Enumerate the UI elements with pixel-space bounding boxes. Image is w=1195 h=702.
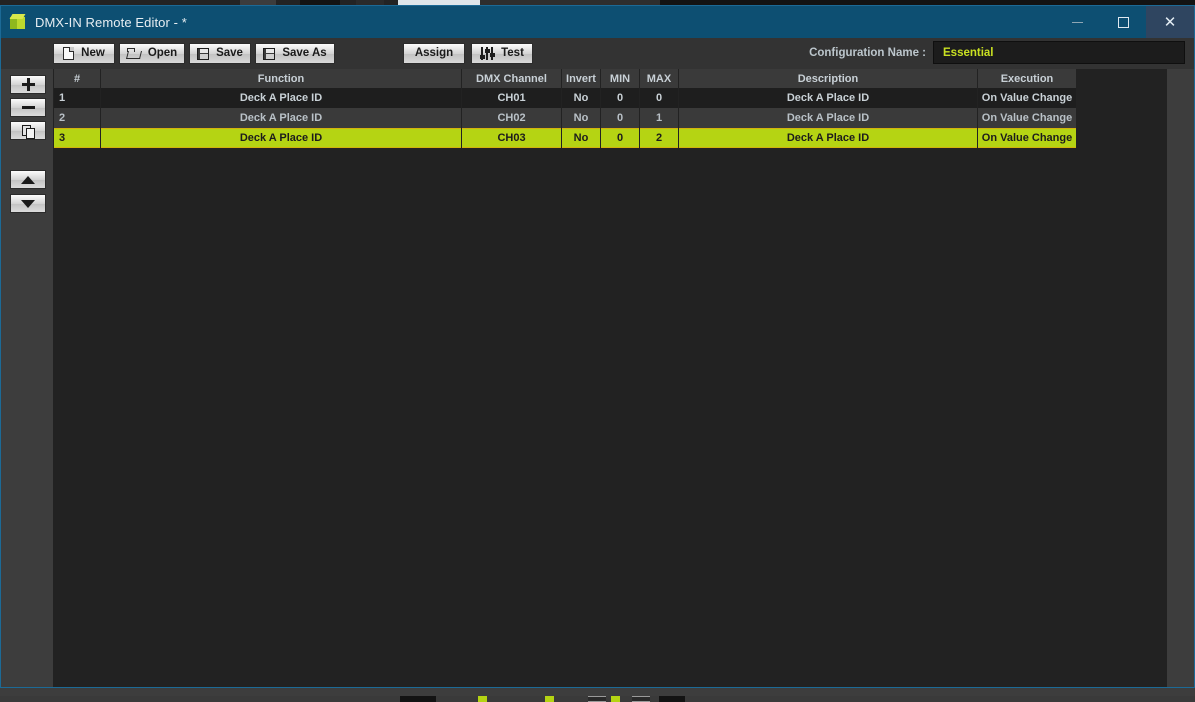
cell-index[interactable]: 3 (54, 128, 100, 148)
mapping-table-pane: # Function DMX Channel Invert MIN MAX De… (53, 69, 1181, 688)
mapping-table: # Function DMX Channel Invert MIN MAX De… (53, 69, 1077, 148)
cell-function[interactable]: Deck A Place ID (101, 128, 461, 148)
cell-index[interactable]: 2 (54, 108, 100, 128)
table-row[interactable]: 2Deck A Place IDCH02No01Deck A Place IDO… (54, 108, 1076, 128)
cell-max[interactable]: 2 (640, 128, 678, 148)
table-row[interactable]: 1Deck A Place IDCH01No00Deck A Place IDO… (54, 88, 1076, 108)
dmx-in-remote-editor-window: DMX-IN Remote Editor - * ✕ New Open Save (0, 5, 1195, 688)
add-row-button[interactable] (10, 75, 46, 94)
cell-description[interactable]: Deck A Place ID (679, 128, 977, 148)
column-header-function[interactable]: Function (101, 69, 461, 88)
copy-icon (22, 125, 34, 137)
cell-dmx-channel[interactable]: CH01 (462, 88, 561, 108)
cell-index[interactable]: 1 (54, 88, 100, 108)
cell-description[interactable]: Deck A Place ID (679, 108, 977, 128)
cell-description[interactable]: Deck A Place ID (679, 88, 977, 108)
window-controls: ✕ (1054, 6, 1194, 38)
open-button[interactable]: Open (119, 43, 185, 64)
plus-icon (22, 78, 35, 91)
column-header-min[interactable]: MIN (601, 69, 639, 88)
configuration-name-input[interactable]: Essential (933, 41, 1185, 64)
toolbar: New Open Save Save As Assign (1, 38, 1194, 69)
new-button-label: New (81, 47, 105, 59)
move-row-down-button[interactable] (10, 194, 46, 213)
minus-icon (22, 106, 35, 109)
cell-min[interactable]: 0 (601, 88, 639, 108)
save-as-button[interactable]: Save As (255, 43, 335, 64)
configuration-name-group: Configuration Name : Essential (809, 41, 1185, 64)
column-header-index[interactable]: # (54, 69, 100, 88)
table-header-row: # Function DMX Channel Invert MIN MAX De… (54, 69, 1076, 88)
floppy-disk-icon (197, 48, 209, 60)
duplicate-row-button[interactable] (10, 121, 46, 140)
cell-max[interactable]: 1 (640, 108, 678, 128)
cell-execution[interactable]: On Value Change (978, 128, 1076, 148)
column-header-max[interactable]: MAX (640, 69, 678, 88)
table-row[interactable]: 3Deck A Place IDCH03No02Deck A Place IDO… (54, 128, 1076, 148)
cell-dmx-channel[interactable]: CH03 (462, 128, 561, 148)
cell-invert[interactable]: No (562, 108, 600, 128)
maximize-icon[interactable] (1100, 6, 1146, 38)
document-icon (63, 47, 74, 60)
folder-open-icon (127, 48, 141, 59)
minimize-icon[interactable] (1054, 6, 1100, 38)
cell-min[interactable]: 0 (601, 128, 639, 148)
remove-row-button[interactable] (10, 98, 46, 117)
cell-invert[interactable]: No (562, 128, 600, 148)
cell-min[interactable]: 0 (601, 108, 639, 128)
arrow-down-icon (21, 200, 35, 208)
configuration-name-label: Configuration Name : (809, 47, 926, 59)
title-bar[interactable]: DMX-IN Remote Editor - * ✕ (1, 6, 1194, 38)
cell-dmx-channel[interactable]: CH02 (462, 108, 561, 128)
new-button[interactable]: New (53, 43, 115, 64)
column-header-execution[interactable]: Execution (978, 69, 1076, 88)
mapping-table-body: 1Deck A Place IDCH01No00Deck A Place IDO… (54, 88, 1076, 148)
row-tools-rail (1, 69, 53, 688)
cube-icon (10, 14, 26, 30)
window-title: DMX-IN Remote Editor - * (35, 15, 187, 30)
test-button[interactable]: Test (471, 43, 533, 64)
test-button-label: Test (501, 47, 524, 59)
faders-icon (480, 47, 494, 60)
cell-function[interactable]: Deck A Place ID (101, 88, 461, 108)
column-header-invert[interactable]: Invert (562, 69, 600, 88)
desktop-backdrop: DMX-IN Remote Editor - * ✕ New Open Save (0, 0, 1195, 702)
vertical-scrollbar[interactable] (1167, 69, 1181, 688)
cell-max[interactable]: 0 (640, 88, 678, 108)
save-button-label: Save (216, 47, 243, 59)
cell-invert[interactable]: No (562, 88, 600, 108)
column-header-description[interactable]: Description (679, 69, 977, 88)
close-icon[interactable]: ✕ (1146, 6, 1194, 38)
background-app-bottom-strip (0, 688, 1195, 702)
save-button[interactable]: Save (189, 43, 251, 64)
floppy-disk-icon (263, 48, 275, 60)
column-header-dmx-channel[interactable]: DMX Channel (462, 69, 561, 88)
cell-execution[interactable]: On Value Change (978, 108, 1076, 128)
window-body: # Function DMX Channel Invert MIN MAX De… (1, 69, 1194, 688)
cell-execution[interactable]: On Value Change (978, 88, 1076, 108)
save-as-button-label: Save As (282, 47, 326, 59)
move-row-up-button[interactable] (10, 170, 46, 189)
arrow-up-icon (21, 176, 35, 184)
open-button-label: Open (148, 47, 177, 59)
assign-button[interactable]: Assign (403, 43, 465, 64)
assign-button-label: Assign (415, 47, 453, 59)
cell-function[interactable]: Deck A Place ID (101, 108, 461, 128)
